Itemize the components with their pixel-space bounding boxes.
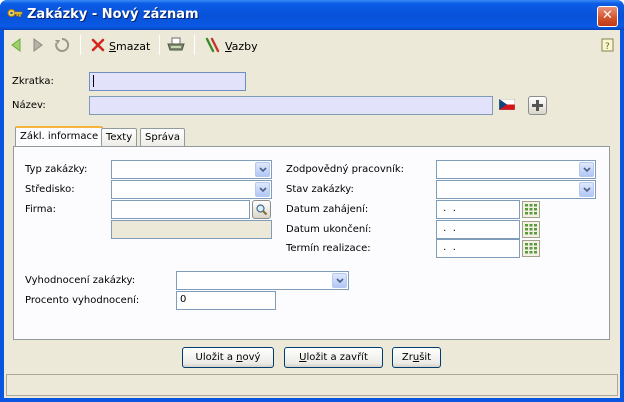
stredisko-label: Středisko: (25, 184, 75, 195)
toolbar-separator (80, 35, 81, 55)
termin-input[interactable]: . . (436, 239, 520, 258)
datum-zahajeni-input[interactable]: . . (436, 200, 520, 219)
vyhodnoceni-label: Vyhodnocení zakázky: (25, 275, 136, 286)
vyhodnoceni-combobox[interactable] (176, 271, 349, 290)
status-bar (6, 374, 618, 396)
chevron-down-icon[interactable] (579, 182, 594, 197)
tab-zakl-informace[interactable]: Zákl. informace (15, 126, 104, 147)
zkratka-label: Zkratka: (12, 76, 54, 87)
help-icon[interactable]: ? (601, 38, 614, 55)
nazev-label: Název: (12, 100, 46, 111)
links-button[interactable]: Vazby (204, 35, 258, 57)
firma-lookup-button[interactable] (252, 200, 271, 219)
firma-input[interactable] (111, 200, 250, 219)
svg-text:?: ? (605, 42, 610, 52)
window-title: Zakázky - Nový záznam (27, 7, 199, 22)
firma-label: Firma: (25, 204, 56, 215)
nazev-input[interactable] (89, 96, 493, 115)
stredisko-combobox[interactable] (111, 180, 272, 199)
typ-combobox[interactable] (111, 160, 272, 179)
calendar-icon[interactable] (522, 201, 540, 221)
tab-sprava[interactable]: Správa (140, 128, 185, 147)
chevron-down-icon[interactable] (255, 162, 270, 177)
app-key-icon (7, 8, 23, 22)
zkratka-input[interactable] (89, 72, 246, 91)
termin-label: Termín realizace: (286, 243, 371, 254)
cancel-button[interactable]: Zrušit (392, 347, 441, 368)
text-caret (93, 75, 94, 87)
czech-flag-icon[interactable] (498, 98, 516, 113)
datum-ukonceni-input[interactable]: . . (436, 220, 520, 239)
delete-label: Smazat (109, 39, 151, 53)
print-icon[interactable] (167, 37, 185, 56)
toolbar-separator (159, 35, 160, 55)
delete-x-icon (90, 37, 106, 56)
toolbar-separator (194, 35, 195, 55)
datum-ukonceni-label: Datum ukončení: (286, 224, 372, 235)
calendar-icon[interactable] (522, 221, 540, 241)
links-icon (204, 37, 222, 56)
client-area: Smazat Vazby ? Zkratka: Název: Zákl. inf… (4, 30, 620, 398)
forward-arrow-icon[interactable] (32, 38, 44, 55)
stav-combobox[interactable] (436, 180, 596, 199)
title-bar[interactable]: Zakázky - Nový záznam ✕ (0, 0, 624, 30)
firma-detail-field (111, 220, 272, 239)
save-new-button[interactable]: Uložit a nový (182, 347, 274, 368)
procento-input[interactable]: 0 (176, 291, 276, 310)
chevron-down-icon[interactable] (332, 273, 347, 288)
calendar-icon[interactable] (522, 240, 540, 260)
typ-label: Typ zakázky: (25, 164, 88, 175)
plus-icon (531, 99, 544, 115)
chevron-down-icon[interactable] (579, 162, 594, 177)
save-close-button[interactable]: Uložit a zavřít (284, 347, 383, 368)
close-button[interactable]: ✕ (597, 6, 618, 27)
search-icon (255, 203, 268, 219)
tab-texty[interactable]: Texty (101, 128, 138, 147)
links-label: Vazby (225, 39, 258, 53)
add-button[interactable] (528, 96, 547, 115)
chevron-down-icon[interactable] (255, 182, 270, 197)
back-arrow-icon[interactable] (10, 38, 22, 55)
zodpovedny-label: Zodpovědný pracovník: (286, 164, 405, 175)
zodpovedny-combobox[interactable] (436, 160, 596, 179)
delete-button[interactable]: Smazat (90, 35, 150, 57)
datum-zahajeni-label: Datum zahájení: (286, 204, 369, 215)
refresh-icon[interactable] (54, 37, 70, 56)
close-icon: ✕ (602, 8, 613, 23)
procento-label: Procento vyhodnocení: (25, 295, 140, 306)
stav-label: Stav zakázky: (286, 184, 354, 195)
